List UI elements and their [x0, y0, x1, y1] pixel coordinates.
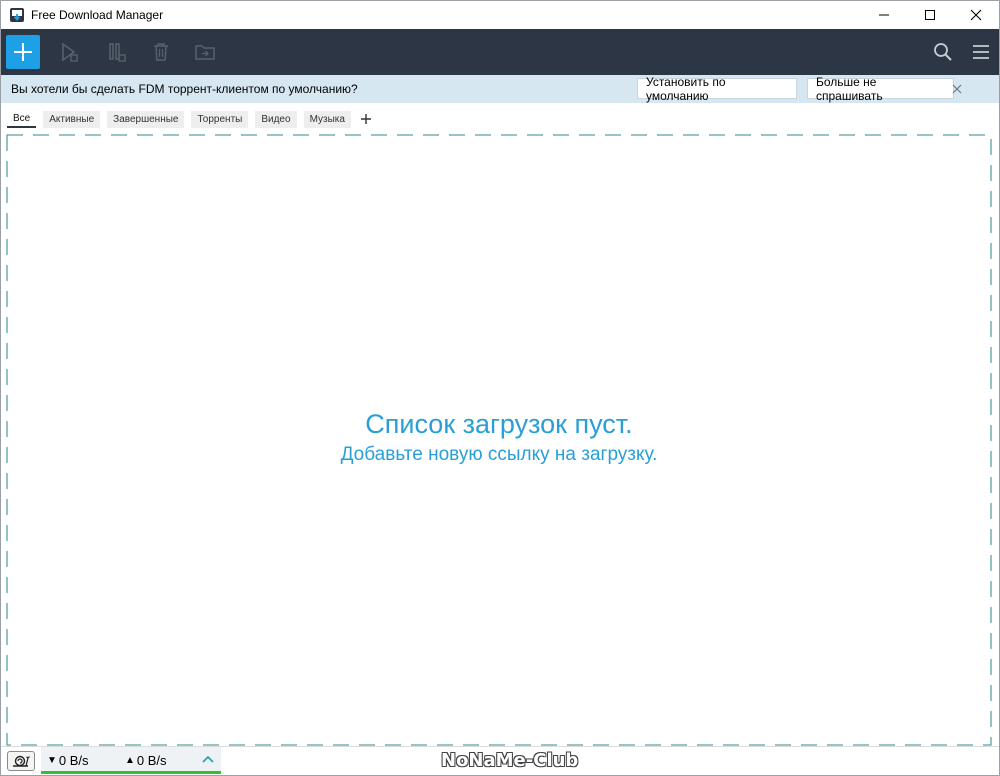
add-tab-button[interactable]: [358, 111, 374, 128]
download-list-drop-area[interactable]: Список загрузок пуст. Добавьте новую ссы…: [6, 134, 992, 746]
close-notification-button[interactable]: [949, 81, 965, 97]
dont-ask-again-button[interactable]: Больше не спрашивать: [807, 75, 954, 103]
search-icon: [934, 43, 952, 61]
main-menu-button[interactable]: [969, 40, 993, 64]
plus-icon: [360, 114, 371, 124]
speed-mode-button[interactable]: [7, 751, 35, 771]
hamburger-icon: [973, 45, 989, 59]
status-bar: ▼ 0 B/s ▲ 0 B/s NoNaMe-Club: [1, 746, 999, 775]
title-bar[interactable]: Free Download Manager: [1, 1, 999, 29]
add-download-button[interactable]: [6, 35, 40, 69]
toolbar: [1, 29, 999, 75]
empty-state: Список загрузок пуст. Добавьте новую ссы…: [6, 408, 992, 468]
play-icon: [62, 42, 78, 62]
pause-button[interactable]: [105, 40, 129, 64]
watermark: NoNaMe-Club: [441, 750, 579, 771]
maximize-icon: [925, 10, 935, 20]
app-window: Free Download Manager Вы хотели бы сдела…: [0, 0, 1000, 776]
notification-text: Вы хотели бы сделать FDM торрент-клиенто…: [11, 82, 358, 96]
empty-state-title: Список загрузок пуст.: [365, 409, 633, 439]
folder-icon: [195, 45, 215, 60]
upload-speed-value: 0 B/s: [136, 753, 167, 768]
tab-torrents[interactable]: Торренты: [191, 110, 249, 128]
close-icon: [952, 84, 962, 94]
filter-tabs: Все Активные Завершенные Торренты Видео …: [7, 109, 374, 129]
maximize-button[interactable]: [907, 1, 953, 29]
up-arrow-icon: ▲: [125, 755, 135, 766]
delete-button[interactable]: [149, 40, 173, 64]
window-title: Free Download Manager: [31, 8, 164, 22]
empty-state-subtitle: Добавьте новую ссылку на загрузку.: [340, 444, 658, 465]
pause-icon: [109, 43, 126, 62]
minimize-icon: [879, 14, 889, 16]
trash-icon: [154, 43, 168, 61]
tab-video[interactable]: Видео: [255, 110, 297, 128]
tab-completed[interactable]: Завершенные: [107, 110, 185, 128]
close-window-button[interactable]: [953, 1, 999, 29]
plus-icon: [14, 43, 32, 61]
search-button[interactable]: [931, 40, 955, 64]
snail-icon: [13, 755, 30, 767]
move-to-folder-button[interactable]: [193, 40, 217, 64]
default-client-notification: Вы хотели бы сделать FDM торрент-клиенто…: [1, 75, 999, 103]
close-icon: [970, 9, 982, 21]
start-button[interactable]: [57, 40, 81, 64]
minimize-button[interactable]: [861, 1, 907, 29]
down-arrow-icon: ▼: [47, 755, 57, 766]
upload-speed: ▲ 0 B/s: [125, 753, 167, 768]
speed-panel[interactable]: ▼ 0 B/s ▲ 0 B/s: [41, 747, 221, 774]
app-logo-icon: [10, 8, 24, 22]
tab-all[interactable]: Все: [7, 111, 37, 128]
download-speed-value: 0 B/s: [58, 753, 89, 768]
set-default-button[interactable]: Установить по умолчанию: [637, 75, 797, 103]
chevron-up-icon[interactable]: [201, 753, 215, 765]
download-speed: ▼ 0 B/s: [47, 753, 89, 768]
tab-active[interactable]: Активные: [43, 110, 101, 128]
tab-music[interactable]: Музыка: [303, 110, 351, 128]
